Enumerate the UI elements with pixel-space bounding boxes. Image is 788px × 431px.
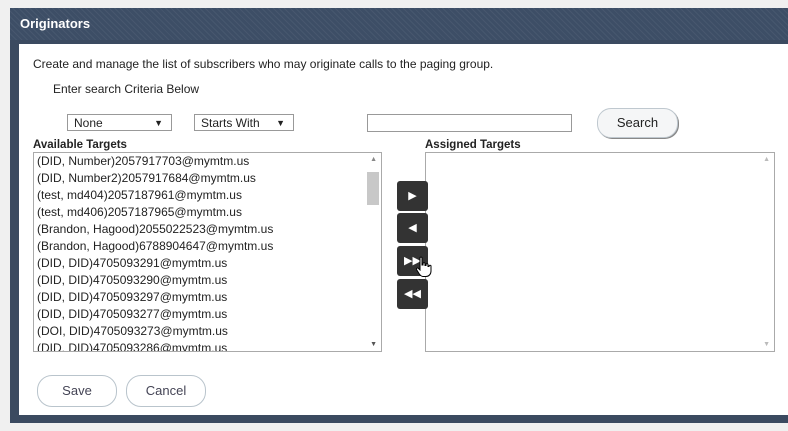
add-selected-button[interactable]: ▶ <box>397 181 428 211</box>
search-input[interactable] <box>367 114 572 132</box>
list-item[interactable]: (DID, Number2)2057917684@mymtm.us <box>34 170 273 187</box>
list-item[interactable]: (Brandon, Hagood)6788904647@mymtm.us <box>34 238 273 255</box>
available-scrollbar[interactable]: ▲ ▼ <box>365 153 381 351</box>
panel-title: Originators <box>10 8 788 40</box>
list-item[interactable]: (test, md404)2057187961@mymtm.us <box>34 187 273 204</box>
scroll-down-icon[interactable]: ▼ <box>370 341 377 348</box>
scroll-up-icon[interactable]: ▲ <box>763 156 770 163</box>
list-item[interactable]: (DID, DID)4705093290@mymtm.us <box>34 272 273 289</box>
hand-cursor-icon <box>415 256 432 277</box>
search-field-select[interactable]: None ▼ <box>67 114 172 131</box>
cancel-button[interactable]: Cancel <box>126 375 206 407</box>
scroll-down-icon[interactable]: ▼ <box>763 341 770 348</box>
remove-all-button[interactable]: ◀◀ <box>397 279 428 309</box>
panel-body: Create and manage the list of subscriber… <box>19 44 788 415</box>
remove-selected-button[interactable]: ◀ <box>397 213 428 243</box>
list-item[interactable]: (test, md406)2057187965@mymtm.us <box>34 204 273 221</box>
list-item[interactable]: (DID, DID)4705093297@mymtm.us <box>34 289 273 306</box>
list-item[interactable]: (DID, Number)2057917703@mymtm.us <box>34 153 273 170</box>
save-button[interactable]: Save <box>37 375 117 407</box>
search-criteria-label: Enter search Criteria Below <box>53 82 200 96</box>
chevron-down-icon: ▼ <box>154 118 163 128</box>
list-item[interactable]: (DOI, DID)4705093273@mymtm.us <box>34 323 273 340</box>
list-item[interactable]: (DID, DID)4705093286@mymtm.us <box>34 340 273 351</box>
originators-panel: Originators Create and manage the list o… <box>10 8 788 423</box>
list-item[interactable]: (DID, DID)4705093277@mymtm.us <box>34 306 273 323</box>
available-targets-label: Available Targets <box>33 139 127 151</box>
available-targets-list[interactable]: (DID, Number)2057917703@mymtm.us (DID, N… <box>33 152 382 352</box>
search-button[interactable]: Search <box>597 108 678 138</box>
search-field-value: None <box>74 116 103 130</box>
assigned-targets-label: Assigned Targets <box>425 139 521 151</box>
assigned-targets-list[interactable]: ▲ ▼ <box>425 152 775 352</box>
scroll-up-icon[interactable]: ▲ <box>370 156 377 163</box>
list-item[interactable]: (Brandon, Hagood)2055022523@mymtm.us <box>34 221 273 238</box>
chevron-down-icon: ▼ <box>276 118 285 128</box>
search-mode-value: Starts With <box>201 116 260 130</box>
panel-description: Create and manage the list of subscriber… <box>33 57 494 71</box>
list-item[interactable]: (DID, DID)4705093291@mymtm.us <box>34 255 273 272</box>
search-mode-select[interactable]: Starts With ▼ <box>194 114 294 131</box>
scrollbar-thumb[interactable] <box>367 172 379 205</box>
assigned-scrollbar[interactable]: ▲ ▼ <box>758 153 774 351</box>
